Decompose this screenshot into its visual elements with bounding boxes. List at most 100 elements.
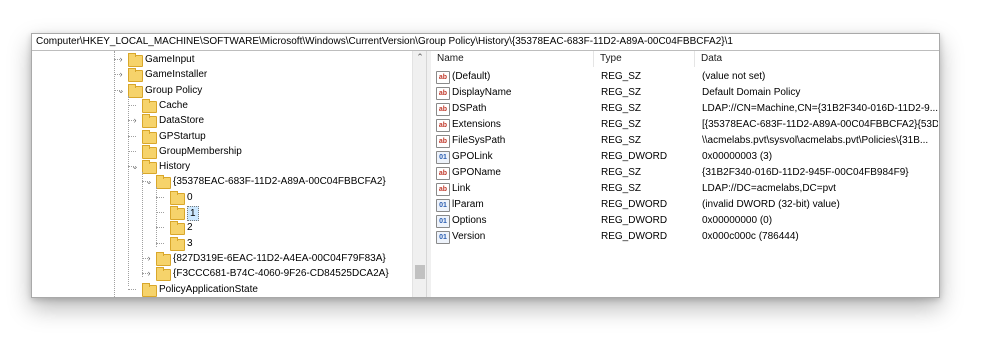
tree-connector (128, 135, 136, 137)
value-name[interactable]: GPOLink (452, 149, 592, 165)
string-value-icon: ab (436, 135, 450, 148)
column-header-type[interactable]: Type (594, 51, 695, 67)
tree-guide-line (142, 172, 143, 277)
value-name[interactable]: Version (452, 229, 592, 245)
tree-item-label[interactable]: GPStartup (159, 129, 206, 144)
address-bar[interactable]: Computer\HKEY_LOCAL_MACHINE\SOFTWARE\Mic… (32, 34, 939, 51)
folder-icon (128, 68, 143, 83)
tree-item[interactable]: ⌄ History (32, 159, 426, 175)
value-data: [{35378EAC-683F-11D2-A89A-00C04FBBCFA2}{… (702, 119, 938, 130)
tree-item[interactable]: 0 (32, 190, 426, 205)
tree-item[interactable]: PolicyApplicationState (32, 282, 426, 297)
folder-icon (128, 53, 143, 67)
tree-item[interactable]: Cache (32, 98, 426, 113)
tree-item[interactable]: 2 (32, 220, 426, 236)
value-data: LDAP://DC=acmelabs,DC=pvt (702, 183, 836, 194)
tree-item-label[interactable]: GroupMembership (159, 144, 242, 159)
values-header: Name Type Data (431, 51, 939, 67)
tree-item-label[interactable]: 2 (187, 220, 193, 235)
tree-item[interactable]: › GameInstaller (32, 67, 426, 83)
value-name[interactable]: DSPath (452, 101, 592, 117)
value-name[interactable]: Extensions (452, 117, 592, 133)
value-type: REG_DWORD (601, 215, 668, 226)
dword-value-icon: 01 (436, 151, 450, 164)
tree-item[interactable]: › {F3CCC681-B74C-4060-9F26-CD84525DCA2A} (32, 266, 426, 282)
tree-item[interactable]: › {827D319E-6EAC-11D2-A4EA-00C04F79F83A} (32, 251, 426, 266)
expand-chevron-icon[interactable]: › (116, 52, 126, 67)
value-type: REG_SZ (601, 183, 642, 194)
collapse-chevron-icon[interactable]: ⌄ (130, 159, 140, 174)
folder-icon (142, 282, 157, 297)
tree-item[interactable]: ⌄ {35378EAC-683F-11D2-A89A-00C04FBBCFA2} (32, 174, 426, 190)
value-data: (invalid DWORD (32-bit) value) (702, 199, 840, 210)
tree-guide-line (128, 96, 129, 286)
tree-item-label[interactable]: Group Policy (145, 83, 202, 98)
tree-connector (156, 227, 164, 229)
value-type: REG_SZ (601, 87, 642, 98)
tree-item-label[interactable]: 0 (187, 190, 193, 205)
value-data: Default Domain Policy (702, 87, 801, 98)
folder-icon (170, 221, 185, 236)
scroll-thumb[interactable] (415, 265, 425, 279)
value-row[interactable]: ab DisplayName REG_SZ Default Domain Policy (431, 85, 939, 101)
tree-item[interactable]: GroupMembership (32, 144, 426, 159)
tree-item-label[interactable]: Cache (159, 98, 188, 113)
value-row[interactable]: ab DSPath REG_SZ LDAP://CN=Machine,CN={31B2… (431, 101, 939, 117)
expand-chevron-icon[interactable]: › (116, 67, 126, 82)
tree-connector (156, 242, 164, 244)
value-data: 0x00000000 (0) (702, 215, 773, 226)
collapse-chevron-icon[interactable]: ⌄ (116, 83, 126, 98)
tree-scrollbar[interactable]: ⌃ (412, 51, 427, 297)
tree-item[interactable]: 1 (32, 205, 426, 221)
tree-item-label[interactable]: GameInstaller (145, 67, 207, 82)
value-name[interactable]: FileSysPath (452, 133, 592, 149)
value-name[interactable]: (Default) (452, 69, 592, 85)
tree-item[interactable]: ⌄ Group Policy (32, 83, 426, 98)
value-row[interactable]: ab FileSysPath REG_SZ \\acmelabs.pvt\sysvol… (431, 133, 939, 149)
tree-item-label[interactable]: DataStore (159, 113, 204, 128)
value-name[interactable]: Link (452, 181, 592, 197)
value-row[interactable]: 01 lParam REG_DWORD (invalid DWORD (32-bit)… (431, 197, 939, 213)
collapse-chevron-icon[interactable]: ⌄ (144, 174, 154, 189)
expand-chevron-icon[interactable]: › (144, 251, 154, 266)
column-header-name[interactable]: Name (431, 51, 594, 67)
string-value-icon: ab (436, 119, 450, 132)
tree-item-label[interactable]: PolicyApplicationState (159, 282, 258, 297)
value-name[interactable]: GPOName (452, 165, 592, 181)
tree-item-label[interactable]: {F3CCC681-B74C-4060-9F26-CD84525DCA2A} (173, 266, 389, 281)
value-row[interactable]: 01 Options REG_DWORD 0x00000000 (0) (431, 213, 939, 229)
value-row[interactable]: 01 Version REG_DWORD 0x000c000c (786444) (431, 229, 939, 245)
tree-item[interactable]: 3 (32, 236, 426, 251)
expand-chevron-icon[interactable]: › (130, 113, 140, 128)
tree-connector (128, 288, 136, 290)
value-row[interactable]: ab Link REG_SZ LDAP://DC=acmelabs,DC=pvt (431, 181, 939, 197)
tree-item-label[interactable]: {35378EAC-683F-11D2-A89A-00C04FBBCFA2} (173, 174, 386, 189)
value-name[interactable]: Options (452, 213, 592, 229)
tree-item[interactable]: › GameInput (32, 52, 426, 67)
value-type: REG_SZ (601, 135, 642, 146)
expand-chevron-icon[interactable]: › (144, 266, 154, 281)
value-data: (value not set) (702, 71, 766, 82)
value-name[interactable]: DisplayName (452, 85, 592, 101)
tree-item-label[interactable]: 3 (187, 236, 193, 251)
folder-icon (128, 83, 143, 98)
value-type: REG_DWORD (601, 151, 668, 162)
folder-icon (142, 114, 157, 129)
value-row[interactable]: ab GPOName REG_SZ {31B2F340-016D-11D2-945F-… (431, 165, 939, 181)
tree-item-label[interactable]: {827D319E-6EAC-11D2-A4EA-00C04F79F83A} (173, 251, 386, 266)
value-row[interactable]: 01 GPOLink REG_DWORD 0x00000003 (3) (431, 149, 939, 165)
value-data: LDAP://CN=Machine,CN={31B2F340-016D-11D2… (702, 103, 938, 114)
value-type: REG_SZ (601, 119, 642, 130)
value-name[interactable]: lParam (452, 197, 592, 213)
tree-item[interactable]: › DataStore (32, 113, 426, 129)
folder-icon (170, 190, 185, 205)
tree-item-label[interactable]: GameInput (145, 52, 194, 67)
folder-icon (170, 206, 185, 220)
scroll-up-icon[interactable]: ⌃ (416, 53, 424, 62)
tree-item-label[interactable]: 1 (187, 206, 199, 221)
tree-item[interactable]: GPStartup (32, 129, 426, 144)
tree-item-label[interactable]: History (159, 159, 190, 174)
value-row[interactable]: ab (Default) REG_SZ (value not set) (431, 69, 939, 85)
value-row[interactable]: ab Extensions REG_SZ [{35378EAC-683F-11D2-A… (431, 117, 939, 133)
column-header-data[interactable]: Data (695, 51, 939, 67)
